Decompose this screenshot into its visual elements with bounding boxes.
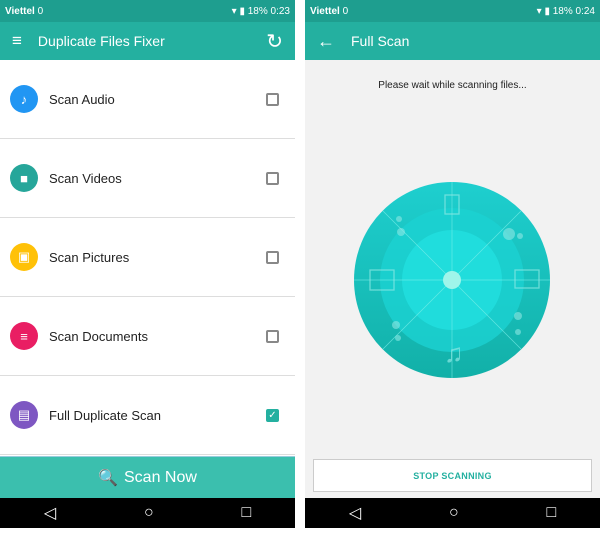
scan-options-list: ♪ Scan Audio ■ Scan Videos ▣ Scan Pictures ≡ Sc…	[0, 60, 295, 455]
scan-option-label: Scan Documents	[49, 328, 148, 344]
stop-scanning-button[interactable]: STOP SCANNING	[313, 459, 592, 492]
radar-center	[443, 271, 461, 289]
back-nav-icon[interactable]: ◁	[349, 503, 361, 523]
scan-option-label: Scan Videos	[49, 170, 122, 186]
clock: 0:23	[270, 5, 290, 17]
app-title: Duplicate Files Fixer	[37, 33, 165, 49]
file-icon: ▤	[10, 401, 38, 429]
home-nav-icon[interactable]: ○	[449, 504, 459, 522]
scan-option-label: Full Duplicate Scan	[49, 407, 161, 423]
checkbox[interactable]	[266, 250, 279, 264]
signal-icon: ▮	[544, 5, 550, 17]
back-arrow-icon[interactable]: ←	[317, 31, 335, 52]
recents-nav-icon[interactable]: □	[241, 504, 251, 522]
main-screen: Viettel 0 ▾ ▮ 18% 0:23 ≡ Duplicate Files…	[0, 0, 295, 528]
scan-now-button[interactable]: 🔍 Scan Now	[0, 456, 295, 498]
clock: 0:24	[575, 5, 595, 17]
scan-option-item[interactable]: ▤ Full Duplicate Scan ✓	[0, 376, 295, 455]
nav-bar: ◁ ○ □	[305, 498, 600, 528]
carrier: Viettel	[310, 5, 340, 17]
menu-icon[interactable]: ≡	[12, 31, 22, 51]
battery: 18%	[552, 5, 573, 17]
music-note-icon: ♪	[10, 85, 38, 113]
wifi-icon: ▾	[231, 5, 237, 17]
toolbar: ≡ Duplicate Files Fixer ↻	[0, 22, 295, 60]
full-scan-screen: Viettel 0 ▾ ▮ 18% 0:24 ← Full Scan Pleas…	[305, 0, 600, 528]
document-icon: ≡	[10, 322, 38, 350]
scan-message: Please wait while scanning files...	[378, 80, 527, 91]
image-icon: ▣	[10, 243, 38, 271]
scan-radar: ♫	[354, 182, 550, 378]
checkbox[interactable]	[266, 92, 279, 106]
toolbar: ← Full Scan	[305, 22, 600, 60]
scan-option-label: Scan Audio	[49, 91, 115, 107]
wifi-icon: ▾	[536, 5, 542, 17]
screen-title: Full Scan	[351, 33, 410, 49]
video-camera-icon: ■	[10, 164, 38, 192]
signal-icon: ▮	[239, 5, 245, 17]
checkbox[interactable]	[266, 329, 279, 343]
scan-option-label: Scan Pictures	[49, 249, 130, 265]
home-nav-icon[interactable]: ○	[144, 504, 154, 522]
scan-now-label: Scan Now	[124, 468, 197, 486]
scan-option-item[interactable]: ≡ Scan Documents	[0, 297, 295, 376]
status-bar: Viettel 0 ▾ ▮ 18% 0:23	[0, 0, 295, 22]
search-icon: 🔍	[98, 469, 118, 487]
battery: 18%	[247, 5, 268, 17]
checkbox[interactable]	[266, 171, 279, 185]
status-bar: Viettel 0 ▾ ▮ 18% 0:24	[305, 0, 600, 22]
back-nav-icon[interactable]: ◁	[44, 503, 56, 523]
music-icon: ♫	[444, 338, 464, 368]
checkbox[interactable]: ✓	[266, 408, 279, 422]
carrier: Viettel	[5, 5, 35, 17]
nav-bar: ◁ ○ □	[0, 498, 295, 528]
scan-option-item[interactable]: ▣ Scan Pictures	[0, 218, 295, 297]
scan-option-item[interactable]: ♪ Scan Audio	[0, 60, 295, 139]
data-rate: 0	[342, 5, 349, 17]
refresh-icon[interactable]: ↻	[266, 29, 283, 54]
data-rate: 0	[37, 5, 44, 17]
recents-nav-icon[interactable]: □	[546, 504, 556, 522]
scan-option-item[interactable]: ■ Scan Videos	[0, 139, 295, 218]
